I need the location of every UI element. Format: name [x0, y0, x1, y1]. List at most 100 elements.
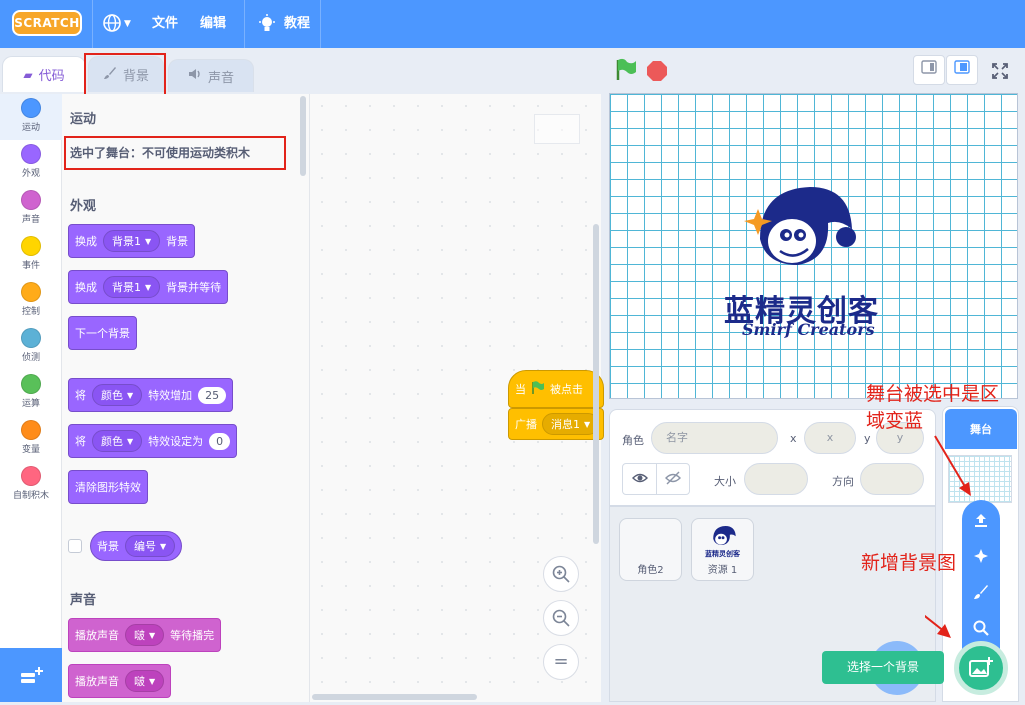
language-menu[interactable]: ▼ [102, 13, 136, 35]
code-workspace[interactable]: 当 被点击 广播 消息1 ▼ = [310, 94, 604, 702]
category-6[interactable]: 运算 [0, 370, 62, 416]
menu-divider [92, 0, 93, 48]
category-0[interactable]: 运动 [0, 94, 62, 140]
hide-sprite-button[interactable] [657, 464, 689, 494]
tab-code-label: 代码 [38, 69, 65, 84]
category-7[interactable]: 变量 [0, 416, 62, 462]
small-stage-icon [921, 60, 937, 78]
large-stage-button[interactable] [946, 55, 978, 85]
annotation-box-backdrops [84, 53, 166, 98]
zoom-out-button[interactable] [543, 600, 579, 636]
sprite-tile-name: 资源 1 [707, 565, 738, 576]
edit-menu[interactable]: 编辑 [200, 0, 226, 48]
block-play-sound[interactable]: 播放声音 啵 ▼ [68, 664, 172, 698]
annotation-stage-selected-2: 域变蓝 [866, 410, 924, 432]
block-clear-effects[interactable]: 清除图形特效 [68, 470, 148, 504]
stage-canvas[interactable]: 蓝精灵创客 Smirf Creators [609, 93, 1018, 399]
sprite-tile[interactable]: 角色2 [619, 518, 682, 581]
category-3[interactable]: 事件 [0, 232, 62, 278]
sprite-tile-name: 角色2 [637, 565, 664, 576]
chevron-down-icon: ▼ [584, 419, 591, 429]
sprite-tile[interactable]: 蓝精灵创客 资源 1 [691, 518, 754, 581]
fullscreen-button[interactable] [984, 57, 1016, 85]
add-extension-button[interactable] [0, 648, 62, 702]
block-change-effect[interactable]: 将 颜色 ▼ 特效增加 25 [68, 378, 234, 412]
category-label: 侦测 [21, 353, 40, 363]
category-dot-icon [21, 420, 41, 440]
block-broadcast[interactable]: 广播 消息1 ▼ [508, 408, 604, 440]
workspace-minimap [534, 114, 580, 144]
zoom-in-button[interactable] [543, 556, 579, 592]
chevron-down-icon: ▼ [145, 236, 152, 246]
backdrop-attr-dropdown[interactable]: 编号 ▼ [125, 535, 176, 557]
chevron-down-icon: ▼ [127, 390, 134, 400]
block-next-backdrop[interactable]: 下一个背景 [68, 316, 137, 350]
block-switch-backdrop-wait[interactable]: 换成 背景1 ▼ 背景并等待 [68, 270, 229, 304]
zoom-out-icon [552, 609, 570, 632]
category-2[interactable]: 声音 [0, 186, 62, 232]
zoom-reset-button[interactable]: = [543, 644, 579, 680]
sound-dropdown[interactable]: 啵 ▼ [125, 670, 165, 692]
x-label: x [790, 432, 797, 445]
file-menu[interactable]: 文件 [152, 0, 178, 48]
category-dot-icon [21, 374, 41, 394]
block-switch-backdrop[interactable]: 换成 背景1 ▼ 背景 [68, 224, 196, 258]
sprite-name-input[interactable]: 名字 [651, 422, 778, 454]
small-stage-button[interactable] [913, 55, 945, 85]
tutorials-menu[interactable]: 教程 [284, 0, 310, 48]
category-label: 变量 [21, 445, 40, 455]
category-label: 外观 [21, 169, 40, 179]
effect-value-input[interactable]: 0 [209, 432, 231, 450]
sound-dropdown[interactable]: 啵 ▼ [125, 624, 165, 646]
workspace-scrollbar[interactable] [312, 694, 477, 700]
category-label: 声音 [21, 215, 40, 225]
backdrop-dropdown[interactable]: 背景1 ▼ [103, 276, 161, 298]
block-palette: 运动 选中了舞台：不可使用运动类积木 外观 换成 背景1 ▼ 背景 换成 背景1 ▼… [62, 94, 310, 702]
green-flag-button[interactable] [614, 58, 638, 85]
block-play-sound-until-done[interactable]: 播放声音 啵 ▼ 等待播完 [68, 618, 222, 652]
block-categories: 运动外观声音事件 控制侦测运算变量自制积木 [0, 94, 62, 650]
green-flag-icon [614, 58, 638, 85]
menu-bar: SCRATCH ▼ 文件 编辑 教程 [0, 0, 1025, 48]
block-set-effect[interactable]: 将 颜色 ▼ 特效设定为 0 [68, 424, 238, 458]
category-dot-icon [21, 98, 41, 118]
monitor-checkbox[interactable] [68, 539, 82, 553]
direction-input[interactable] [860, 463, 924, 495]
tab-code[interactable]: ▰ 代码 [2, 56, 86, 92]
category-1[interactable]: 外观 [0, 140, 62, 186]
annotation-stage-selected-1: 舞台被选中是区 [866, 383, 1000, 405]
size-input[interactable] [744, 463, 808, 495]
block-text: 播放声音 [75, 629, 119, 642]
menu-divider [244, 0, 245, 48]
workspace-vscrollbar[interactable] [593, 224, 599, 544]
dropdown-value: 啵 [134, 675, 145, 688]
block-text: 特效设定为 [148, 435, 204, 448]
smurf-logo-icon [708, 524, 738, 549]
chevron-down-icon: ▼ [149, 676, 156, 686]
effect-amount-input[interactable]: 25 [198, 386, 227, 404]
extension-icon [19, 666, 43, 690]
category-title-sound: 声音 [70, 593, 97, 608]
block-backdrop-reporter[interactable]: 背景 编号 ▼ [90, 531, 183, 561]
stop-button[interactable] [646, 60, 668, 82]
category-8[interactable]: 自制积木 [0, 462, 62, 508]
dropdown-value: 颜色 [101, 389, 123, 402]
sprite-thumb-text: 蓝精灵创客 [705, 550, 740, 558]
palette-scrollbar[interactable] [300, 96, 306, 176]
show-sprite-button[interactable] [623, 464, 657, 494]
green-flag-icon [531, 380, 545, 398]
effect-dropdown[interactable]: 颜色 ▼ [92, 384, 143, 406]
chevron-down-icon: ▼ [149, 630, 156, 640]
category-4[interactable]: 控制 [0, 278, 62, 324]
message-dropdown[interactable]: 消息1 ▼ [542, 413, 600, 435]
tab-sounds[interactable]: 声音 [168, 59, 254, 92]
category-5[interactable]: 侦测 [0, 324, 62, 370]
block-when-flag-clicked[interactable]: 当 被点击 [508, 370, 604, 408]
effect-dropdown[interactable]: 颜色 ▼ [92, 430, 143, 452]
scratch-logo[interactable]: SCRATCH [12, 10, 82, 36]
backdrop-dropdown[interactable]: 背景1 ▼ [103, 230, 161, 252]
category-dot-icon [21, 466, 41, 486]
x-input[interactable]: x [804, 422, 856, 454]
category-label: 自制积木 [12, 491, 49, 501]
dropdown-value: 啵 [134, 629, 145, 642]
